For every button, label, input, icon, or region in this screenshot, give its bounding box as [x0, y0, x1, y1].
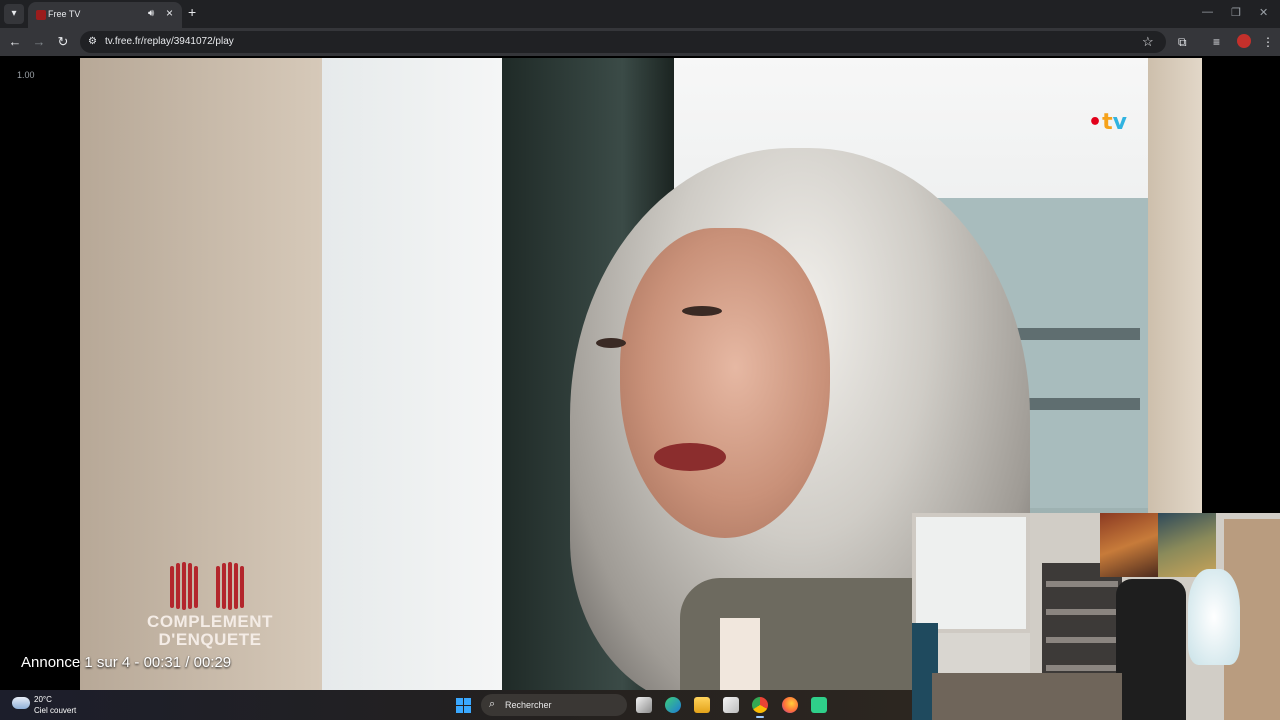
chrome-icon[interactable]	[752, 697, 768, 718]
scene-person-blouse	[720, 618, 760, 690]
url-text: tv.free.fr/replay/3941072/play	[105, 36, 234, 47]
tab-free-tv[interactable]: Free TV 🔊︎ ×	[28, 2, 182, 28]
file-explorer-icon[interactable]	[694, 697, 710, 713]
scene-person-face	[620, 228, 830, 538]
show-logo-line2: D'ENQUETE	[158, 630, 262, 649]
scene-person-lips	[654, 443, 726, 471]
restore-window-icon[interactable]: ❐	[1231, 6, 1241, 19]
task-view-icon[interactable]	[636, 697, 652, 713]
webcam-gaming-chair	[1116, 579, 1186, 720]
close-tab-icon[interactable]: ×	[166, 6, 173, 20]
media-controls-icon[interactable]: ≡	[1213, 35, 1220, 49]
back-button[interactable]: ←	[7, 34, 23, 49]
taskbar: 20°C Ciel couvert ⌕ Rechercher	[0, 690, 912, 720]
tab-search-button[interactable]: ▾	[4, 4, 24, 24]
firefox-icon[interactable]	[782, 697, 798, 713]
app-icon[interactable]	[811, 697, 827, 713]
scene-window-pane	[322, 58, 502, 690]
show-logo-line1: COMPLEMENT	[147, 612, 273, 631]
free-tv-favicon-icon	[36, 10, 46, 20]
search-placeholder: Rechercher	[505, 700, 552, 710]
scene-person-eye	[682, 306, 722, 316]
weather-temperature[interactable]: 20°C	[34, 695, 52, 704]
playback-speed: 1.00	[17, 70, 35, 80]
webcam-poster	[1100, 513, 1158, 577]
extensions-icon[interactable]: ⧉	[1178, 35, 1187, 50]
taskbar-search[interactable]: ⌕ Rechercher	[481, 694, 627, 716]
search-icon: ⌕	[489, 698, 496, 710]
webcam-lamp	[1188, 569, 1240, 665]
bookmark-star-icon[interactable]: ☆	[1142, 34, 1154, 50]
weather-condition[interactable]: Ciel couvert	[34, 706, 76, 715]
microsoft-store-icon[interactable]	[723, 697, 739, 713]
new-tab-button[interactable]: +	[188, 4, 196, 20]
show-logo-stripes-icon	[170, 562, 244, 610]
webcam-window	[912, 513, 1030, 633]
tab-title: Free TV	[48, 9, 81, 19]
address-bar[interactable]: ⚙ tv.free.fr/replay/3941072/play ☆	[80, 31, 1166, 53]
browser-menu-icon[interactable]: ⋮	[1262, 35, 1274, 49]
cloud-weather-icon[interactable]	[12, 697, 30, 709]
ad-status-text: Annonce 1 sur 4 - 00:31 / 00:29	[21, 654, 232, 671]
profile-avatar[interactable]	[1237, 34, 1251, 48]
audio-playing-icon[interactable]: 🔊︎	[148, 8, 154, 19]
windows-start-icon[interactable]	[456, 698, 472, 714]
edge-icon[interactable]	[665, 697, 681, 713]
close-window-icon[interactable]: ✕	[1259, 6, 1268, 19]
tab-strip: ▾ Free TV 🔊︎ × + — ❐ ✕	[0, 0, 1280, 28]
forward-button[interactable]: →	[31, 34, 47, 49]
minimize-window-icon[interactable]: —	[1202, 6, 1213, 18]
channel-logo: •tv	[1088, 110, 1127, 135]
site-info-icon[interactable]: ⚙	[88, 36, 97, 47]
browser-toolbar: ← → ↻ ⚙ tv.free.fr/replay/3941072/play ☆…	[0, 28, 1280, 56]
webcam-poster	[1158, 513, 1216, 577]
webcam-overlay	[912, 513, 1280, 720]
webcam-desk	[932, 673, 1122, 720]
reload-button[interactable]: ↻	[55, 34, 71, 50]
scene-person-eye	[596, 338, 626, 348]
